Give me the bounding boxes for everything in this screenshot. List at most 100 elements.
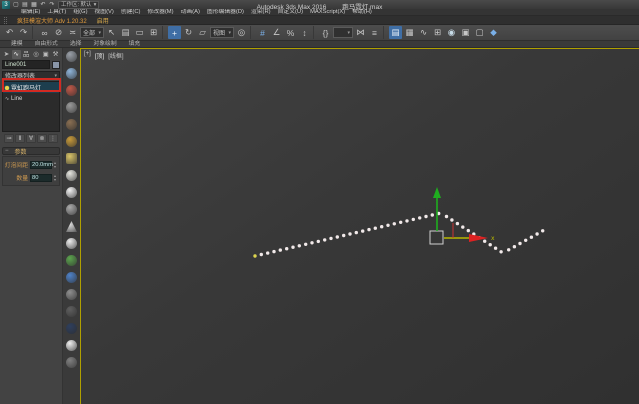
undo-icon[interactable]: ↶ [3,26,16,39]
select-object-icon[interactable]: ↖ [105,26,118,39]
ribbon-tab-4[interactable]: 填充 [124,41,146,47]
rendered-frame-window-icon[interactable]: ▢ [473,26,486,39]
display-tab[interactable]: ▣ [41,50,50,59]
selection-filter-dropdown[interactable]: 全部 ▾ [80,27,104,38]
modifier-list-dropdown[interactable]: 修改器列表 ▾ [2,71,60,80]
open-file-icon[interactable]: ▤ [21,1,29,9]
metal-sphere-icon[interactable] [66,204,77,215]
menu-item-0[interactable]: 编辑(E) [18,9,43,16]
dark-material-icon[interactable] [66,306,77,317]
ribbon-tab-1[interactable]: 自由形式 [30,41,63,47]
folder-preset-icon[interactable] [66,153,77,164]
blue-sphere-preset-icon[interactable] [66,68,77,79]
stack-row-0[interactable]: 霓虹跑马灯 [3,82,59,93]
chevron-down-icon: ▾ [98,29,101,36]
object-name-field[interactable]: Line001 [2,60,50,69]
edit-named-selection-sets-icon[interactable]: {} [319,26,332,39]
max-logo-icon[interactable]: 3 [2,0,10,9]
white-sphere-icon[interactable] [66,187,77,198]
menu-item-1[interactable]: 工具(T) [44,9,69,16]
unlink-selection-icon[interactable]: ⊘ [52,26,65,39]
ribbon-tab-3[interactable]: 对象绘制 [88,41,121,47]
menu-item-4[interactable]: 创建(C) [118,9,144,16]
motion-tab[interactable]: ◎ [31,50,40,59]
window-crossing-icon[interactable]: ⊞ [147,26,160,39]
layer-manager-icon[interactable]: ▤ [389,26,402,39]
material-editor-icon[interactable]: ◉ [445,26,458,39]
gold-material-icon[interactable] [66,136,77,147]
select-and-scale-icon[interactable]: ▱ [196,26,209,39]
teapot-preset-icon[interactable] [66,51,77,62]
use-pivot-point-center-icon[interactable]: ◎ [235,26,248,39]
viewport-view-menu[interactable]: [顶] [95,51,104,60]
red-material-icon[interactable] [66,85,77,96]
angle-snap-icon[interactable]: ∠ [270,26,283,39]
utilities-tab[interactable]: ⚒ [51,50,60,59]
toolbar-grip[interactable] [4,16,7,24]
align-icon[interactable]: ≡ [368,26,381,39]
percent-snap-icon[interactable]: % [284,26,297,39]
gray-material-icon[interactable] [66,102,77,113]
select-and-rotate-icon[interactable]: ↻ [182,26,195,39]
render-production-icon[interactable]: ◆ [487,26,500,39]
plugin-enable-button[interactable]: 启用 [97,16,109,25]
select-and-move-icon[interactable]: + [168,26,181,39]
pin-stack-button[interactable]: ⊸ [4,134,14,143]
select-and-link-icon[interactable]: ∞ [38,26,51,39]
modify-tab[interactable]: ∿ [11,49,21,59]
menu-item-6[interactable]: 动画(A) [178,9,203,16]
workspace-dropdown-label: 工作区: 默认 [61,1,92,8]
mirror-icon[interactable]: ⋈ [354,26,367,39]
curve-editor-icon[interactable]: ∿ [417,26,430,39]
remove-modifier-button[interactable]: ⊗ [37,134,47,143]
ribbon-toggle-icon[interactable]: ▦ [403,26,416,39]
new-scene-icon[interactable]: ▢ [12,1,20,9]
create-tab[interactable]: ➤ [2,50,11,59]
leather-material-icon[interactable] [66,119,77,130]
menu-item-3[interactable]: 视图(V) [92,9,117,16]
blue-glass-icon[interactable] [66,272,77,283]
undo-icon[interactable]: ↶ [39,1,47,9]
save-file-icon[interactable]: ▦ [30,1,38,9]
param-value-field[interactable]: 80 [30,173,52,182]
viewport-shading-menu[interactable]: [线框] [108,51,123,60]
configure-modifier-sets-button[interactable]: ⋮ [48,134,58,143]
night-sphere-icon[interactable] [66,323,77,334]
select-by-name-icon[interactable]: ▤ [119,26,132,39]
top-viewport[interactable]: [+] [顶] [线框] [80,48,639,404]
ribbon-tab-0[interactable]: 建模 [6,41,28,47]
spinner-arrows[interactable]: ▴ ▾ [54,160,56,169]
param-value-field[interactable]: 20.0mm [30,160,53,169]
gray-preset-icon[interactable] [66,357,77,368]
schematic-view-icon[interactable]: ⊞ [431,26,444,39]
light-dot-icon[interactable] [66,340,77,351]
make-unique-button[interactable]: ∀ [26,134,36,143]
menu-item-7[interactable]: 图形编辑器(D) [204,9,247,16]
viewport-plus-menu[interactable]: [+] [84,51,91,60]
3ds-max-window: 3 ▢ ▤ ▦ ↶ ↷ 工作区: 默认 ▾ Autodesk 3ds Max 2016 … [0,0,639,404]
green-glass-icon[interactable] [66,255,77,266]
bind-to-space-warp-icon[interactable]: ≍ [66,26,79,39]
rectangular-selection-region-icon[interactable]: ▭ [133,26,146,39]
render-setup-icon[interactable]: ▣ [459,26,472,39]
reference-coordinate-dropdown[interactable]: 视图 ▾ [210,27,234,38]
named-selection-sets-dropdown[interactable]: ▾ [333,27,353,38]
porcelain-material-icon[interactable] [66,238,77,249]
hierarchy-tab[interactable]: 品 [22,50,31,59]
redo-icon[interactable]: ↷ [48,1,56,9]
show-end-result-button[interactable]: Ⅱ [15,134,25,143]
menu-item-2[interactable]: 组(G) [70,9,90,16]
cloth-material-icon[interactable] [66,170,77,181]
spinner-snap-icon[interactable]: ↕ [298,26,311,39]
spinner-arrows[interactable]: ▴ ▾ [54,173,56,182]
stone-material-icon[interactable] [66,289,77,300]
parameters-rollout-header[interactable]: − 参数 [2,147,60,156]
redo-icon[interactable]: ↷ [17,26,30,39]
cone-preset-icon[interactable] [66,221,77,232]
stack-row-1[interactable]: ∿ Line [3,93,59,104]
menu-item-5[interactable]: 修改器(M) [144,9,176,16]
object-color-swatch[interactable] [52,60,60,69]
workspace-dropdown[interactable]: 工作区: 默认 ▾ [58,0,100,9]
snap-toggle-icon[interactable]: # [256,26,269,39]
ribbon-tab-2[interactable]: 选择 [65,41,87,47]
